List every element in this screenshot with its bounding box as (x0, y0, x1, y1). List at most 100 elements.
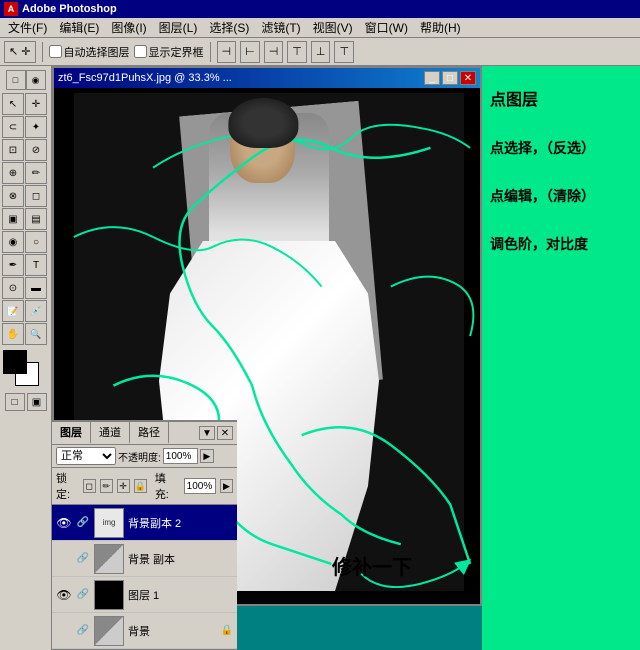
bucket-tool[interactable] (25, 208, 47, 230)
heal-tool[interactable] (2, 162, 24, 184)
document-title-bar: zt6_Fsc97d1PuhsX.jpg @ 33.3% ... _ □ ✕ (54, 68, 480, 88)
lock-position-btn[interactable]: ✛ (117, 479, 130, 493)
panel-close-btn[interactable]: ✕ (217, 426, 233, 440)
full-screen-btn[interactable]: ▣ (27, 393, 47, 411)
zoom-tool[interactable] (25, 323, 47, 345)
shape-tool[interactable] (25, 277, 47, 299)
menu-select[interactable]: 选择(S) (203, 17, 255, 38)
tab-layers[interactable]: 图层 (52, 422, 91, 444)
menu-filter[interactable]: 滤镜(T) (255, 17, 306, 38)
layer-eye-0[interactable]: 👁 (56, 515, 72, 531)
stamp-tool[interactable] (2, 185, 24, 207)
align-left-btn[interactable]: ⊣ (217, 41, 237, 63)
menu-view[interactable]: 视图(V) (307, 17, 359, 38)
align-top-btn[interactable]: ⊤ (287, 41, 307, 63)
notes-tool[interactable] (2, 300, 24, 322)
layer-item-0[interactable]: 👁 🔗 img 背景副本 2 (52, 505, 237, 541)
move-tool-btn[interactable]: ↖ ✛ (4, 41, 36, 63)
lock-transparent-btn[interactable]: ◻ (83, 479, 96, 493)
slice-icon (32, 145, 40, 156)
blend-mode-select[interactable]: 正常 (56, 447, 116, 465)
magic-wand-icon (32, 122, 40, 133)
tool-row-2 (2, 116, 49, 138)
tool-row-3 (2, 139, 49, 161)
layer-item-1[interactable]: 👁 🔗 背景 副本 (52, 541, 237, 577)
arrow-tool[interactable] (2, 93, 24, 115)
quick-mask-btn[interactable]: ◉ (26, 70, 46, 90)
lock-all-btn[interactable]: 🔒 (134, 479, 147, 493)
tab-channels[interactable]: 通道 (91, 422, 130, 444)
color-swatches[interactable] (3, 350, 49, 386)
tool-row-9 (2, 277, 49, 299)
show-bounds-checkbox[interactable]: 显示定界框 (134, 44, 204, 60)
opacity-arrow[interactable]: ▶ (200, 449, 214, 463)
menu-window[interactable]: 窗口(W) (359, 17, 414, 38)
blur-tool[interactable] (2, 231, 24, 253)
brush-icon (32, 168, 40, 179)
panel-options-btn[interactable]: ▼ (199, 426, 215, 440)
layers-lock-row: 锁定: ◻ ✏ ✛ 🔒 填充: 100% ▶ (52, 468, 237, 505)
layer-link-3[interactable]: 🔗 (76, 624, 90, 638)
menu-file[interactable]: 文件(F) (2, 17, 53, 38)
fill-arrow[interactable]: ▶ (220, 479, 233, 493)
menu-layer[interactable]: 图层(L) (153, 17, 204, 38)
layer-name-2: 图层 1 (128, 587, 233, 603)
lock-image-btn[interactable]: ✏ (100, 479, 113, 493)
brush-tool[interactable] (25, 162, 47, 184)
lock-label: 锁定: (56, 470, 79, 502)
layers-controls: 正常 不透明度: 100% ▶ (52, 445, 237, 468)
hand-tool[interactable] (2, 323, 24, 345)
standard-mode-btn[interactable]: □ (6, 70, 26, 90)
foreground-color-swatch[interactable] (3, 350, 27, 374)
align-middle-btn[interactable]: ⊥ (311, 41, 331, 63)
arrow-icon (9, 99, 17, 110)
eraser-tool[interactable] (25, 185, 47, 207)
opacity-value[interactable]: 100% (163, 448, 198, 464)
text-icon (33, 260, 39, 271)
move-tool[interactable] (25, 93, 47, 115)
menu-image[interactable]: 图像(I) (105, 17, 152, 38)
layer-thumb-3 (94, 616, 124, 646)
crop-tool[interactable] (2, 139, 24, 161)
gradient-tool[interactable] (2, 208, 24, 230)
show-bounds-input[interactable] (134, 45, 147, 58)
layer-name-1: 背景 副本 (128, 551, 233, 567)
auto-select-input[interactable] (49, 45, 62, 58)
align-center-btn[interactable]: ⊢ (240, 41, 260, 63)
layer-link-1[interactable]: 🔗 (76, 552, 90, 566)
layer-thumb-2 (94, 580, 124, 610)
eyedropper-tool[interactable] (25, 300, 47, 322)
pen-tool[interactable] (2, 254, 24, 276)
toolbar: ↖ ✛ 自动选择图层 显示定界框 ⊣ ⊢ ⊣ ⊤ ⊥ ⊤ (0, 38, 640, 66)
layer-eye-2[interactable]: 👁 (56, 587, 72, 603)
layer-item-2[interactable]: 👁 🔗 图层 1 (52, 577, 237, 613)
doc-minimize-btn[interactable]: _ (424, 71, 440, 85)
annotation-4: 调色阶，对比度 (490, 234, 632, 254)
normal-mode-btn[interactable]: □ (5, 393, 25, 411)
align-right-btn[interactable]: ⊣ (264, 41, 284, 63)
fill-value[interactable]: 100% (184, 478, 216, 494)
layer-name-3: 背景 (128, 623, 217, 639)
layer-item-3[interactable]: 👁 🔗 背景 🔒 (52, 613, 237, 649)
fill-label: 填充: (155, 470, 178, 502)
slice-tool[interactable] (25, 139, 47, 161)
menu-edit[interactable]: 编辑(E) (53, 17, 105, 38)
toolbox: □ ◉ (0, 66, 52, 650)
doc-close-btn[interactable]: ✕ (460, 71, 476, 85)
doc-maximize-btn[interactable]: □ (442, 71, 458, 85)
lasso-tool[interactable] (2, 116, 24, 138)
tab-paths[interactable]: 路径 (130, 422, 169, 444)
path-select-icon (9, 283, 17, 294)
pen-icon (9, 260, 17, 271)
dodge-tool[interactable] (25, 231, 47, 253)
auto-select-checkbox[interactable]: 自动选择图层 (49, 44, 130, 60)
text-tool[interactable] (25, 254, 47, 276)
menu-help[interactable]: 帮助(H) (414, 17, 467, 38)
tool-row-4 (2, 162, 49, 184)
magic-wand-tool[interactable] (25, 116, 47, 138)
layer-link-2[interactable]: 🔗 (76, 588, 90, 602)
show-bounds-label: 显示定界框 (149, 44, 204, 60)
path-select-tool[interactable] (2, 277, 24, 299)
align-bottom-btn[interactable]: ⊤ (334, 41, 354, 63)
layer-link-0[interactable]: 🔗 (76, 516, 90, 530)
